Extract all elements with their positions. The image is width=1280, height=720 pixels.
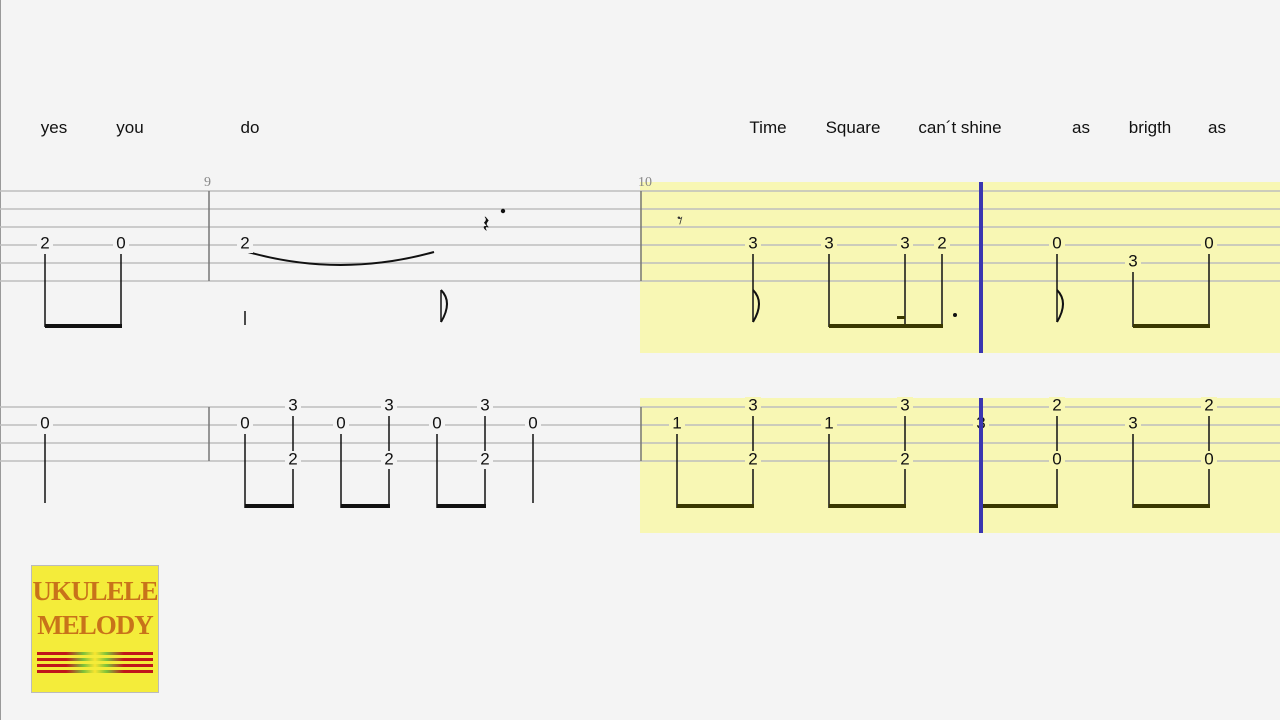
fret-number: 3 bbox=[748, 234, 757, 253]
fret-number: 3 bbox=[900, 234, 909, 253]
playback-highlight bbox=[640, 398, 1280, 533]
fret-number: 2 bbox=[240, 234, 249, 253]
fret-number: 3 bbox=[824, 234, 833, 253]
fret-number: 2 bbox=[288, 450, 297, 469]
fret-number: 0 bbox=[116, 234, 125, 253]
measure-number: 9 bbox=[204, 175, 211, 190]
playback-cursor[interactable] bbox=[979, 182, 983, 353]
fret-number: 2 bbox=[40, 234, 49, 253]
fret-number: 3 bbox=[288, 396, 297, 415]
quarter-rest-icon: 𝄽 bbox=[482, 211, 489, 238]
fret-number: 3 bbox=[1128, 252, 1137, 271]
fret-number: 0 bbox=[336, 414, 345, 433]
fret-number: 0 bbox=[1204, 234, 1213, 253]
fret-number: 0 bbox=[1204, 450, 1213, 469]
fret-number: 3 bbox=[480, 396, 489, 415]
fret-number: 0 bbox=[40, 414, 49, 433]
fret-number: 3 bbox=[748, 396, 757, 415]
fret-number: 2 bbox=[1052, 396, 1061, 415]
fret-number: 0 bbox=[528, 414, 537, 433]
playback-cursor[interactable] bbox=[979, 398, 983, 533]
ukulele-melody-logo: UKULELE MELODY bbox=[31, 565, 159, 693]
fret-number: 0 bbox=[432, 414, 441, 433]
fret-number: 2 bbox=[384, 450, 393, 469]
fret-number: 2 bbox=[900, 450, 909, 469]
fret-number: 1 bbox=[824, 414, 833, 433]
fret-number: 2 bbox=[937, 234, 946, 253]
fret-number: 0 bbox=[1052, 450, 1061, 469]
fret-number: 1 bbox=[672, 414, 681, 433]
fret-number: 2 bbox=[1204, 396, 1213, 415]
fret-number: 3 bbox=[384, 396, 393, 415]
measure-number: 10 bbox=[638, 175, 652, 190]
fret-number: 2 bbox=[748, 450, 757, 469]
fret-number: 3 bbox=[900, 396, 909, 415]
tab-score[interactable]: 9 10 𝄽 𝄾 2 0 2 3 3 3 2 0 3 0 0 0 3 2 0 3… bbox=[0, 0, 1280, 720]
logo-line-1: UKULELE bbox=[32, 576, 158, 606]
barlines bbox=[208, 191, 642, 461]
fret-number: 0 bbox=[1052, 234, 1061, 253]
logo-stripes bbox=[32, 652, 158, 673]
logo-line-2: MELODY bbox=[37, 610, 154, 640]
fret-number: 3 bbox=[1128, 414, 1137, 433]
fret-number: 2 bbox=[480, 450, 489, 469]
eighth-rest-icon: 𝄾 bbox=[677, 208, 683, 233]
fret-number: 0 bbox=[240, 414, 249, 433]
